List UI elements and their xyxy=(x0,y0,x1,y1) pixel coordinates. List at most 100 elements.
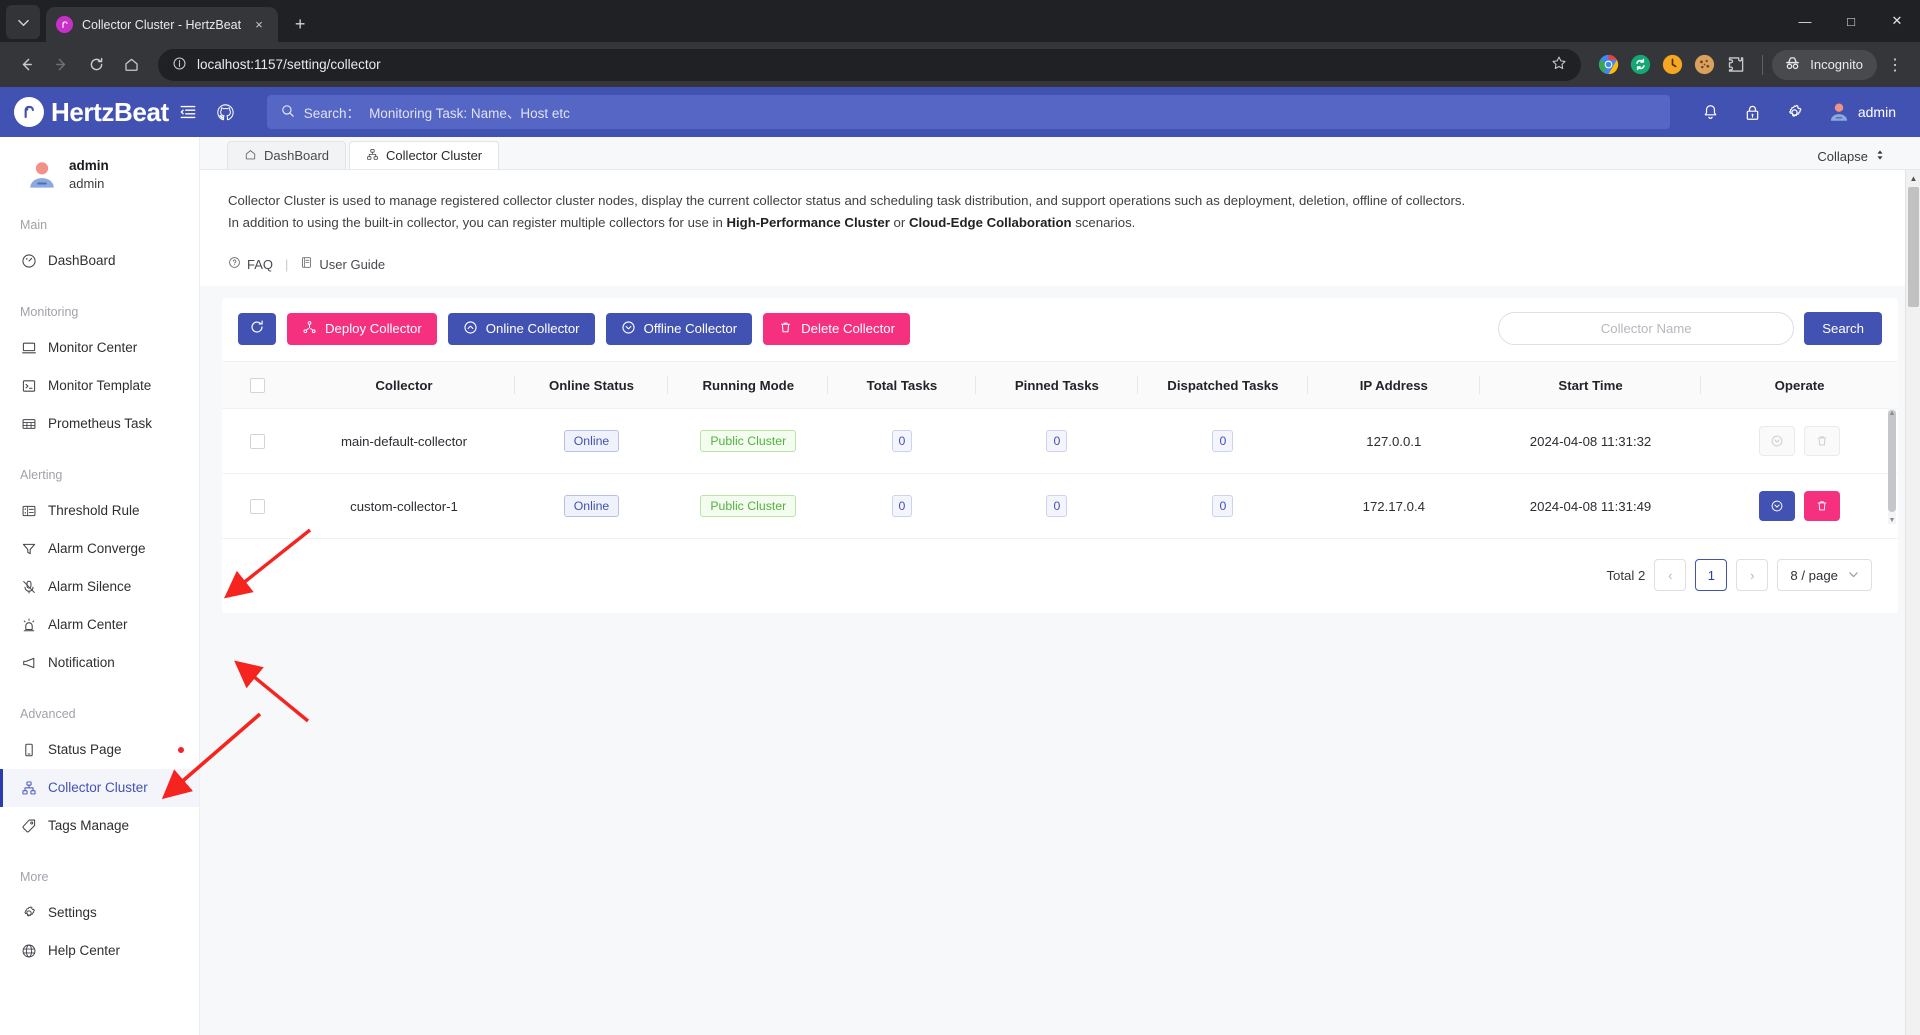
bookmark-star-icon[interactable] xyxy=(1551,55,1567,74)
sidebar-item-alarm-center[interactable]: Alarm Center xyxy=(0,606,199,644)
table-scrollbar-thumb[interactable] xyxy=(1888,410,1896,512)
incognito-indicator[interactable]: Incognito xyxy=(1772,49,1877,80)
app-title: HertzBeat xyxy=(51,96,169,127)
sidebar-item-threshold-rule[interactable]: Threshold Rule xyxy=(0,492,199,530)
row-checkbox[interactable] xyxy=(250,499,266,514)
sidebar-item-monitor-template[interactable]: Monitor Template xyxy=(0,367,199,405)
deploy-icon xyxy=(302,320,317,338)
close-icon[interactable]: × xyxy=(250,16,268,34)
browser-tab[interactable]: Collector Cluster - HertzBeat × xyxy=(46,7,279,42)
sidebar-item-prometheus-task[interactable]: Prometheus Task xyxy=(0,405,199,443)
search-button[interactable]: Search xyxy=(1804,312,1882,345)
offline-collector-button[interactable]: Offline Collector xyxy=(605,312,753,345)
online-collector-button[interactable]: Online Collector xyxy=(447,312,595,345)
sidebar-group-more: More xyxy=(20,869,49,884)
faq-link[interactable]: FAQ xyxy=(228,256,273,272)
address-bar[interactable]: localhost:1157/setting/collector xyxy=(158,48,1582,81)
row-checkbox[interactable] xyxy=(250,434,266,449)
row-delete-button[interactable] xyxy=(1804,491,1841,521)
pagination: Total 2 ‹ 1 › 8 / page xyxy=(222,539,1898,613)
cookie-icon[interactable] xyxy=(1694,54,1715,75)
incognito-icon xyxy=(1783,54,1802,76)
menu-fold-icon[interactable] xyxy=(169,93,207,131)
url-text: localhost:1157/setting/collector xyxy=(197,57,381,72)
site-info-icon[interactable] xyxy=(172,56,187,74)
row-offline-button[interactable] xyxy=(1759,491,1796,521)
deploy-collector-button[interactable]: Deploy Collector xyxy=(287,312,437,345)
tab-search-button[interactable] xyxy=(6,5,40,39)
sidebar-item-status-page[interactable]: Status Page xyxy=(0,731,199,769)
cluster-icon xyxy=(366,148,379,164)
sidebar-item-alarm-silence[interactable]: Alarm Silence xyxy=(0,568,199,606)
app-logo[interactable]: HertzBeat xyxy=(14,97,169,128)
home-icon[interactable] xyxy=(115,49,147,81)
search-icon xyxy=(281,104,295,121)
new-tab-button[interactable]: + xyxy=(286,10,314,38)
refresh-button[interactable] xyxy=(238,312,276,345)
sync-icon[interactable] xyxy=(1630,54,1651,75)
row-select-cell xyxy=(222,473,294,539)
table-scroll-down-arrow[interactable]: ▼ xyxy=(1888,516,1896,525)
delete-collector-button[interactable]: Delete Collector xyxy=(763,312,910,345)
sidebar-item-notification[interactable]: Notification xyxy=(0,644,199,682)
table-scroll-up-arrow[interactable]: ▲ xyxy=(1888,409,1896,418)
sidebar-item-collector-cluster[interactable]: Collector Cluster xyxy=(0,768,199,807)
sidebar-user[interactable]: admin admin xyxy=(0,153,199,193)
back-icon[interactable] xyxy=(10,49,42,81)
user-guide-link[interactable]: User Guide xyxy=(300,256,385,272)
deploy-collector-label: Deploy Collector xyxy=(325,321,422,336)
sidebar-item-settings[interactable]: Settings xyxy=(0,894,199,932)
puzzle-extensions-icon[interactable] xyxy=(1726,54,1747,75)
gear-icon xyxy=(20,904,37,921)
sidebar-item-alarm-converge[interactable]: Alarm Converge xyxy=(0,530,199,568)
app-shell: admin admin Main DashBoard Monitoring Mo… xyxy=(0,137,1920,1035)
cell-operate xyxy=(1701,408,1898,474)
sidebar-item-tags-manage[interactable]: Tags Manage xyxy=(0,807,199,845)
browser-tab-title: Collector Cluster - HertzBeat xyxy=(82,17,242,32)
reload-icon[interactable] xyxy=(80,49,112,81)
pagination-prev[interactable]: ‹ xyxy=(1654,559,1687,591)
collapse-toggle[interactable]: Collapse xyxy=(1817,149,1886,164)
column-collector: Collector xyxy=(293,361,515,409)
chevron-updown-icon xyxy=(1874,149,1886,164)
github-icon[interactable] xyxy=(207,93,245,131)
sidebar-item-label: Alarm Silence xyxy=(48,579,132,595)
table-row[interactable]: custom-collector-1 Online Public Cluster… xyxy=(222,473,1898,539)
sidebar-item-monitor-center[interactable]: Monitor Center xyxy=(0,329,199,367)
sidebar-item-help-center[interactable]: Help Center xyxy=(0,932,199,970)
desc-text-c: or xyxy=(889,215,909,230)
rule-list-icon xyxy=(20,502,37,519)
collector-name-input[interactable] xyxy=(1498,312,1795,345)
page-size-select[interactable]: 8 / page xyxy=(1777,559,1872,591)
window-close-icon[interactable]: ✕ xyxy=(1874,0,1920,42)
dispatched-tasks-badge: 0 xyxy=(1212,495,1234,517)
pagination-page-1[interactable]: 1 xyxy=(1695,559,1728,591)
row-delete-button xyxy=(1804,426,1841,456)
chrome-profile-icon[interactable] xyxy=(1598,54,1619,75)
table-row[interactable]: main-default-collector Online Public Clu… xyxy=(222,408,1898,474)
bell-icon[interactable] xyxy=(1692,93,1730,131)
lock-icon[interactable] xyxy=(1734,93,1772,131)
global-search-bar[interactable]: Search： Monitoring Task: Name、Host etc xyxy=(266,95,1670,129)
page-scrollbar[interactable]: ▲ ▼ xyxy=(1905,170,1920,1035)
page-tab-collector-cluster[interactable]: Collector Cluster xyxy=(349,141,500,169)
header-user[interactable]: admin xyxy=(1818,101,1902,123)
history-clock-icon[interactable] xyxy=(1662,54,1683,75)
collector-table: Collector Online Status Running Mode Tot… xyxy=(222,361,1898,539)
page-tab-dashboard[interactable]: DashBoard xyxy=(227,141,347,169)
sidebar-item-dashboard[interactable]: DashBoard xyxy=(0,242,199,280)
page-scrollbar-thumb[interactable] xyxy=(1908,187,1919,307)
sidebar-user-role: admin xyxy=(69,176,105,192)
home-icon xyxy=(244,148,257,164)
select-all-checkbox[interactable] xyxy=(250,378,266,393)
minimize-icon[interactable]: — xyxy=(1782,0,1828,42)
maximize-icon[interactable]: □ xyxy=(1828,0,1874,42)
online-collector-label: Online Collector xyxy=(485,321,580,336)
pagination-next[interactable]: › xyxy=(1736,559,1769,591)
gear-icon[interactable] xyxy=(1776,93,1814,131)
column-total-tasks: Total Tasks xyxy=(828,361,976,409)
scroll-up-arrow[interactable]: ▲ xyxy=(1906,170,1920,186)
browser-menu-icon[interactable]: ⋮ xyxy=(1880,55,1910,75)
cell-collector: main-default-collector xyxy=(293,408,515,474)
global-search-label: Search： xyxy=(303,106,361,121)
